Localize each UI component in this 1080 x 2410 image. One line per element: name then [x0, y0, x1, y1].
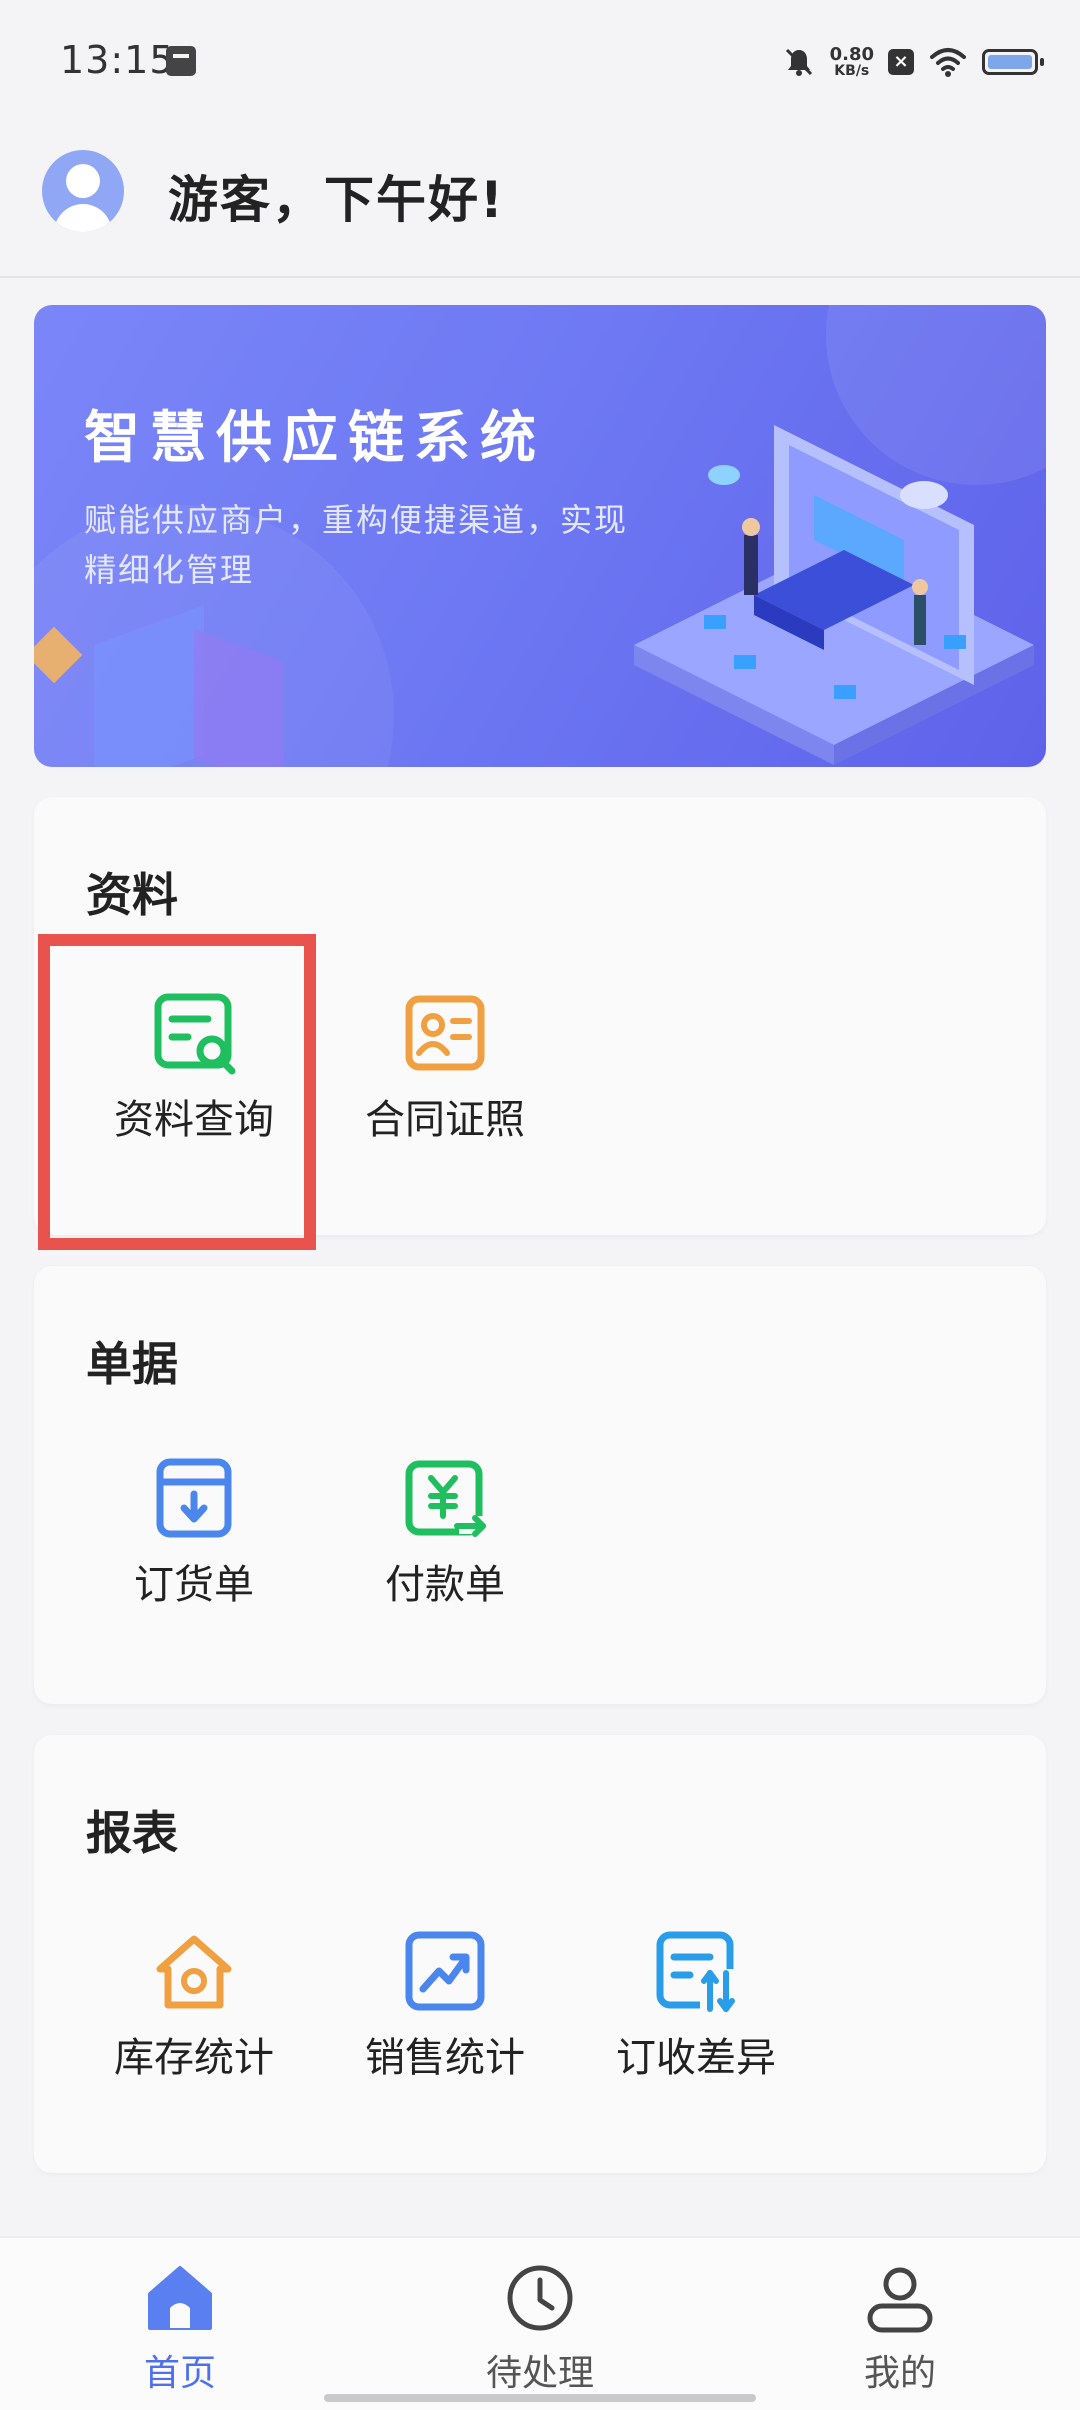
section-title: 报表 [86, 1806, 178, 1860]
highlight-box [38, 934, 316, 1250]
home-header: 游客，下午好! [0, 130, 1080, 278]
status-icons: 0.80 KB/s × [782, 40, 1044, 84]
item-label: 销售统计 [365, 2035, 525, 2081]
trend-up-icon [405, 1931, 485, 2011]
status-bar: 13:15 0.80 KB/s × [0, 0, 1080, 130]
item-label: 订货单 [134, 1562, 254, 1608]
banner-title: 智慧供应链系统 [84, 406, 546, 471]
clock-icon [507, 2265, 573, 2331]
order-receipt-diff-button[interactable]: 订收差异 [571, 1929, 821, 2129]
home-icon [148, 2266, 212, 2330]
section-reports: 报表 库存统计 销售统计 订收差异 [34, 1735, 1046, 2173]
banner-subtitle: 赋能供应商户，重构便捷渠道，实现精细化管理 [84, 501, 629, 589]
inventory-stats-button[interactable]: 库存统计 [69, 1929, 319, 2129]
section-title: 单据 [86, 1337, 178, 1391]
house-icon [156, 1935, 232, 2009]
download-box-icon [156, 1458, 232, 1538]
network-speed: 0.80 KB/s [829, 43, 874, 79]
item-label: 订收差异 [616, 2035, 776, 2081]
nav-mine[interactable]: 我的 [800, 2262, 1000, 2394]
status-time: 13:15 [60, 38, 175, 82]
user-icon [867, 2267, 933, 2333]
speed-value: 0.80 [829, 43, 874, 65]
doc-sort-icon [656, 1931, 738, 2013]
nav-pending[interactable]: 待处理 [440, 2262, 640, 2394]
purchase-order-button[interactable]: 订货单 [69, 1456, 319, 1656]
contract-license-button[interactable]: 合同证照 [320, 991, 570, 1191]
nav-label: 我的 [863, 2353, 936, 2394]
mute-bell-icon [785, 48, 812, 76]
sim-card-icon [166, 46, 196, 76]
close-box-icon: × [888, 49, 914, 75]
home-indicator [324, 2394, 756, 2402]
yuan-transfer-icon [405, 1460, 486, 1537]
greeting-text: 游客，下午好! [168, 171, 505, 229]
speed-unit: KB/s [834, 62, 870, 79]
battery-icon [982, 49, 1044, 75]
section-title: 资料 [86, 868, 178, 922]
nav-label: 待处理 [485, 2353, 594, 2394]
item-label: 合同证照 [365, 1097, 525, 1143]
bottom-nav: 首页 待处理 我的 [0, 2236, 1080, 2410]
avatar[interactable] [42, 150, 124, 232]
payment-order-button[interactable]: 付款单 [320, 1456, 570, 1656]
id-card-icon [405, 995, 485, 1071]
item-label: 库存统计 [114, 2035, 274, 2081]
promo-banner[interactable]: 智慧供应链系统 赋能供应商户，重构便捷渠道，实现精细化管理 [34, 305, 1046, 767]
wifi-icon [930, 48, 966, 77]
banner-illustration [634, 425, 1034, 765]
nav-home[interactable]: 首页 [80, 2262, 280, 2394]
sales-stats-button[interactable]: 销售统计 [320, 1929, 570, 2129]
section-documents: 单据 订货单 付款单 [34, 1266, 1046, 1704]
item-label: 付款单 [385, 1562, 505, 1608]
nav-label: 首页 [143, 2353, 216, 2394]
